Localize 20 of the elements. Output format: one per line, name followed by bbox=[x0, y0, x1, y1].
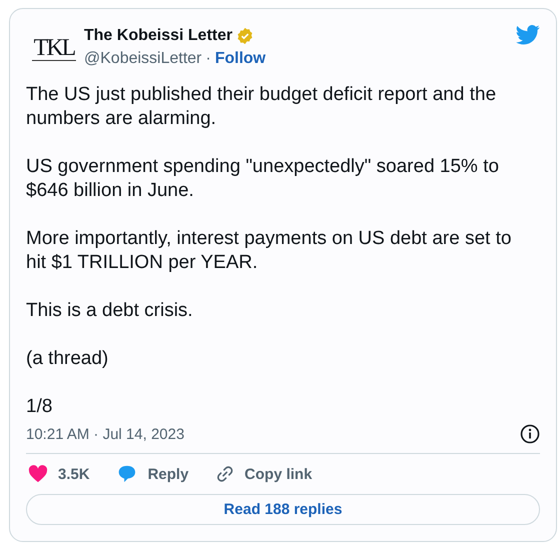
separator: · bbox=[206, 50, 211, 68]
read-replies-button[interactable]: Read 188 replies bbox=[26, 494, 540, 525]
link-icon bbox=[214, 464, 235, 484]
reply-button[interactable]: Reply bbox=[114, 464, 191, 484]
tweet-text: More importantly, interest payments on US debt are set to hit $1 TRILLION per YEAR. bbox=[26, 227, 512, 275]
bird-icon[interactable] bbox=[516, 25, 540, 45]
author-name[interactable]: The Kobeissi Letter bbox=[84, 27, 232, 45]
copy-link-button[interactable]: Copy link bbox=[212, 464, 314, 484]
tweet-text: (a thread) bbox=[26, 347, 110, 371]
author-handle: @KobeissiLetter bbox=[84, 50, 202, 68]
tweet-text: The US just published their budget deficit report and the numbers are alarming. bbox=[26, 83, 498, 131]
tweet-text: US government spending "unexpectedly" soared 15% to $646 billion in June. bbox=[26, 155, 500, 203]
tweet-text: This is a debt crisis. bbox=[26, 299, 194, 323]
timestamp[interactable]: 10:21 AM · Jul 14, 2023 bbox=[26, 426, 184, 442]
brand-logo: TKL bbox=[31, 34, 77, 63]
heart-icon bbox=[28, 465, 48, 483]
tweet-text: 1/8 bbox=[26, 395, 54, 419]
like-button[interactable]: 3.5K bbox=[26, 465, 92, 483]
follow-link[interactable]: Follow bbox=[214, 50, 266, 68]
info-icon[interactable] bbox=[520, 424, 540, 444]
